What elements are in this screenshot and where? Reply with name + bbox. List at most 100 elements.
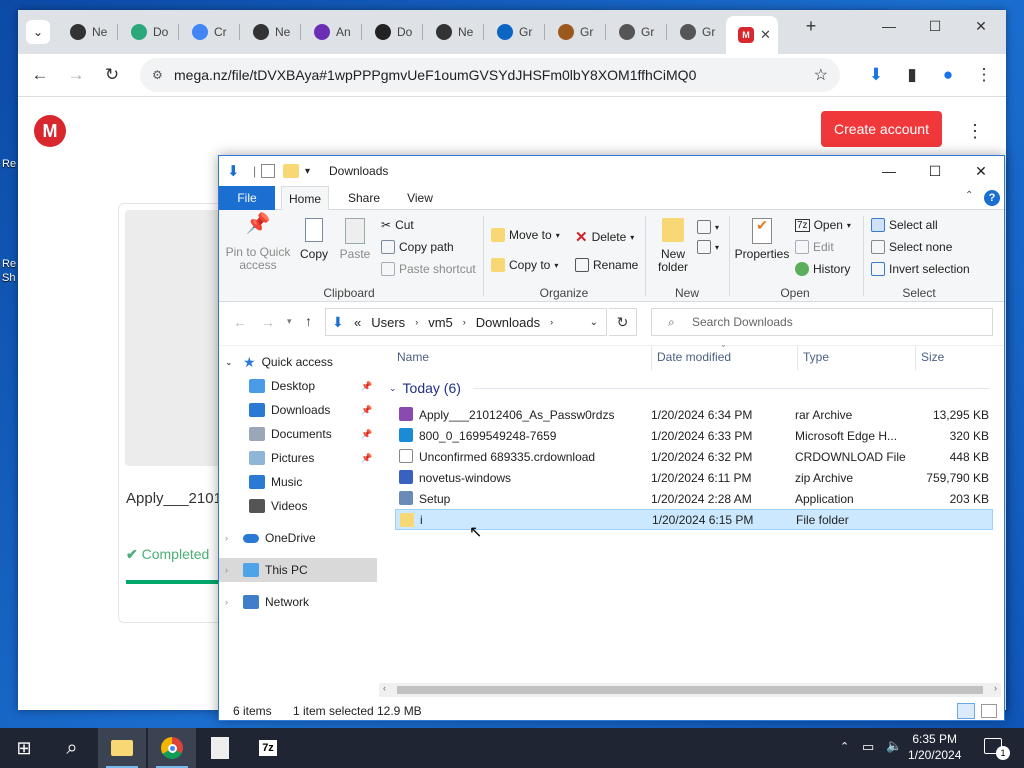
browser-tab[interactable]: Gr <box>668 18 728 46</box>
menu-kebab-icon[interactable]: ⋮ <box>972 63 996 87</box>
nav-item-desktop[interactable]: Desktop 📌 <box>219 374 377 398</box>
expand-chevron-icon[interactable]: › <box>225 533 243 543</box>
copy-path-button[interactable]: Copy path <box>381 240 454 254</box>
new-item-button[interactable]: ▾ <box>697 220 719 234</box>
new-folder-button[interactable]: New folder <box>651 218 695 274</box>
taskbar-calculator[interactable] <box>196 728 244 768</box>
desktop-icon-label[interactable]: Sh <box>2 272 15 284</box>
column-divider[interactable] <box>651 346 652 370</box>
expand-chevron-icon[interactable]: ⌄ <box>225 357 243 368</box>
details-view-icon[interactable] <box>957 703 975 719</box>
nav-onedrive[interactable]: › OneDrive <box>219 526 377 550</box>
horizontal-scrollbar[interactable]: ‹ › <box>379 683 1001 697</box>
browser-tab[interactable]: Do <box>119 18 179 46</box>
select-none-button[interactable]: Select none <box>871 240 952 254</box>
browser-tab[interactable]: Do <box>363 18 423 46</box>
expand-chevron-icon[interactable]: › <box>225 597 243 607</box>
collapse-group-icon[interactable]: ⌄ <box>389 383 397 394</box>
expand-chevron-icon[interactable]: › <box>225 565 243 575</box>
file-row[interactable]: Unconfirmed 689335.crdownload 1/20/2024 6… <box>395 446 993 467</box>
pinned-icon[interactable]: 📌 <box>361 429 372 440</box>
properties-qat-icon[interactable] <box>261 164 275 178</box>
browser-tab[interactable]: Ne <box>424 18 484 46</box>
nav-network[interactable]: › Network <box>219 590 377 614</box>
taskbar-7zip[interactable]: 7z <box>244 728 292 768</box>
browser-tab[interactable]: Gr <box>607 18 667 46</box>
select-all-button[interactable]: Select all <box>871 218 938 232</box>
properties-button[interactable]: ✔ Properties <box>733 218 791 261</box>
breadcrumb-vm5[interactable]: vm5 <box>428 315 453 330</box>
maximize-icon[interactable]: ☐ <box>912 156 958 186</box>
page-menu-icon[interactable]: ⋮ <box>966 121 984 142</box>
reload-icon[interactable]: ↻ <box>100 63 124 87</box>
qat-dropdown-icon[interactable]: ▾ <box>305 166 310 177</box>
group-header-today[interactable]: ⌄ Today (6) <box>389 380 989 396</box>
large-icons-view-icon[interactable] <box>981 704 997 718</box>
bookmark-star-icon[interactable]: ☆ <box>814 65 828 85</box>
nav-this-pc[interactable]: › This PC <box>219 558 377 582</box>
column-header-size[interactable]: Size <box>921 350 944 364</box>
nav-quick-access[interactable]: ⌄ ★ Quick access <box>219 350 377 374</box>
breadcrumb-downloads[interactable]: Downloads <box>476 315 540 330</box>
breadcrumb-users[interactable]: Users <box>371 315 405 330</box>
column-header-type[interactable]: Type <box>803 350 829 364</box>
refresh-icon[interactable]: ↻ <box>609 308 637 336</box>
close-icon[interactable]: ✕ <box>958 156 1004 186</box>
tab-share[interactable]: Share <box>339 186 389 210</box>
column-header-name[interactable]: Name <box>397 350 429 364</box>
address-bar[interactable]: ⚙ mega.nz/file/tDVXBAya#1wpPPPgmvUeF1oum… <box>140 58 840 92</box>
search-button[interactable]: ⌕ <box>48 728 96 768</box>
pin-quick-access-button[interactable]: 📌 Pin to Quick access <box>225 214 291 272</box>
minimize-icon[interactable]: — <box>866 10 912 42</box>
file-row[interactable]: Setup 1/20/2024 2:28 AM Application 203 KB <box>395 488 993 509</box>
delete-button[interactable]: ✕ Delete ▾ <box>575 228 634 246</box>
explorer-address-bar[interactable]: ⬇ « Users › vm5 › Downloads › ⌄ <box>325 308 607 336</box>
recent-locations-icon[interactable]: ▾ <box>287 316 292 327</box>
forward-icon[interactable]: → <box>261 314 275 330</box>
column-divider[interactable] <box>797 346 798 370</box>
quick-access-toolbar-icon[interactable]: ⬇ <box>227 162 240 180</box>
scrollbar-thumb[interactable] <box>397 686 983 694</box>
address-dropdown-icon[interactable]: ⌄ <box>590 317 598 328</box>
create-account-button[interactable]: Create account <box>821 111 942 147</box>
start-button[interactable]: ⊞ <box>0 728 48 768</box>
file-row[interactable]: 800_0_1699549248-7659 1/20/2024 6:33 PM Mi… <box>395 425 993 446</box>
network-icon[interactable]: ▭ <box>862 739 874 755</box>
address-overflow[interactable]: « <box>354 315 361 330</box>
rename-button[interactable]: Rename <box>575 258 638 272</box>
taskbar-chrome[interactable] <box>148 728 196 768</box>
copy-button[interactable]: Copy <box>297 218 331 261</box>
collapse-ribbon-icon[interactable]: ⌃ <box>965 190 973 201</box>
easy-access-button[interactable]: ▾ <box>697 240 719 254</box>
profile-icon[interactable]: ● <box>936 63 960 87</box>
tray-overflow-icon[interactable]: ⌃ <box>840 740 849 753</box>
column-header-date[interactable]: Date modified <box>657 350 731 364</box>
desktop-icon-label[interactable]: Re <box>2 158 16 170</box>
back-icon[interactable]: ← <box>233 314 247 330</box>
cut-button[interactable]: ✂ Cut <box>381 218 414 232</box>
tab-mega-active[interactable]: M ✕ <box>726 16 778 54</box>
file-row[interactable]: novetus-windows 1/20/2024 6:11 PM zip Arch… <box>395 467 993 488</box>
file-row[interactable]: Apply___21012406_As_Passw0rdzs 1/20/2024 … <box>395 404 993 425</box>
browser-tab[interactable]: An <box>302 18 362 46</box>
maximize-icon[interactable]: ☐ <box>912 10 958 42</box>
pinned-icon[interactable]: 📌 <box>361 381 372 392</box>
browser-tab[interactable]: Ne <box>58 18 118 46</box>
forward-icon[interactable]: → <box>64 63 88 87</box>
download-icon[interactable]: ⬇ <box>864 63 888 87</box>
scroll-right-icon[interactable]: › <box>994 683 997 693</box>
nav-item-documents[interactable]: Documents 📌 <box>219 422 377 446</box>
browser-tab[interactable]: Cr <box>180 18 240 46</box>
help-icon[interactable]: ? <box>984 190 1000 206</box>
copy-to-button[interactable]: Copy to ▾ <box>491 258 558 272</box>
close-icon[interactable]: ✕ <box>958 10 1004 42</box>
clock[interactable]: 6:35 PM 1/20/2024 <box>908 731 961 763</box>
move-to-button[interactable]: Move to ▾ <box>491 228 560 242</box>
tab-home[interactable]: Home <box>281 186 329 210</box>
new-tab-button[interactable]: + <box>788 10 834 42</box>
nav-item-music[interactable]: Music <box>219 470 377 494</box>
nav-item-downloads[interactable]: Downloads 📌 <box>219 398 377 422</box>
browser-tab[interactable]: Gr <box>546 18 606 46</box>
file-row[interactable]: i 1/20/2024 6:15 PM File folder <box>395 509 993 530</box>
site-info-icon[interactable]: ⚙ <box>152 68 163 82</box>
